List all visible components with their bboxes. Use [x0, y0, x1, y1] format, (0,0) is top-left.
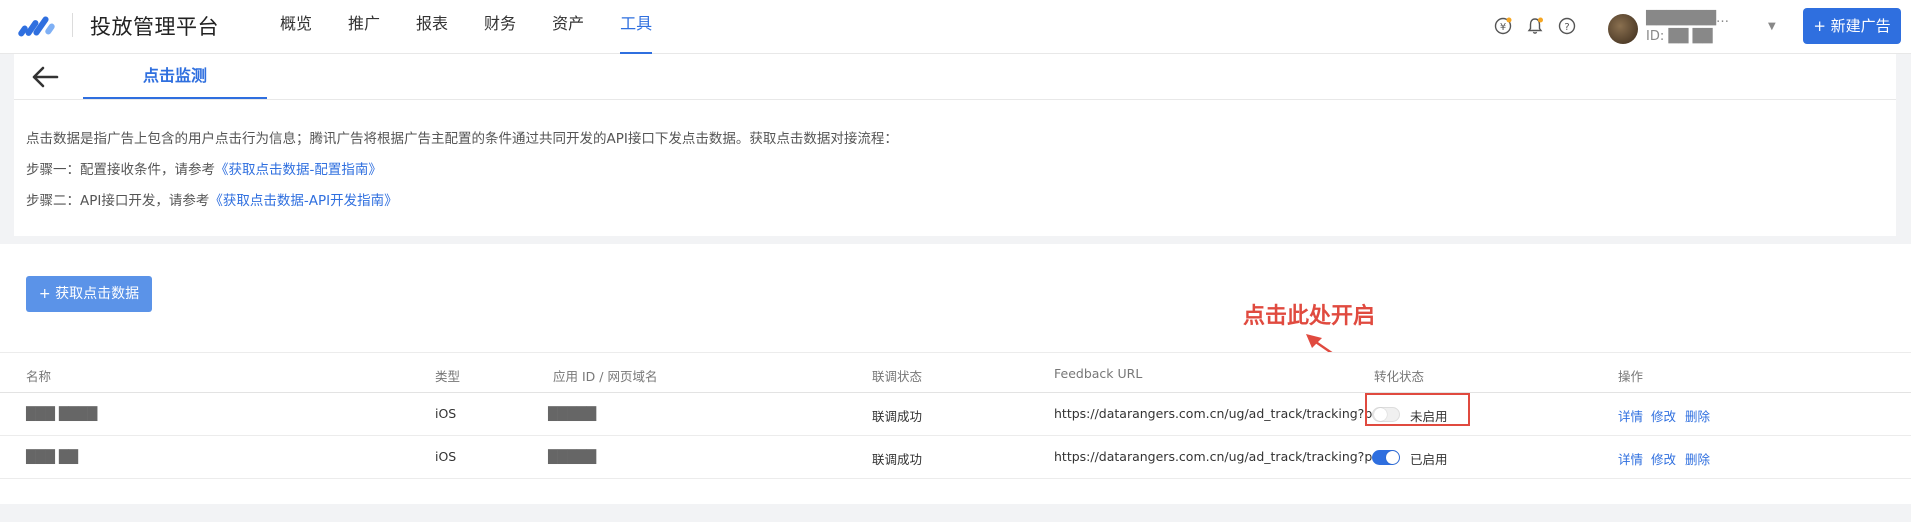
row-name: ███ ██: [26, 449, 79, 464]
table-row: ███ ██ iOS █████ 联调成功 https://dataranger…: [0, 436, 1911, 479]
col-debug-status: 联调状态: [872, 369, 923, 384]
col-app-id: 应用 ID / 网页域名: [553, 369, 658, 384]
row-feedback-url: https://datarangers.com.cn/ug/ad_track/t…: [1054, 449, 1385, 464]
top-bar: 投放管理平台 概览 推广 报表 财务 资产 工具 ¥ ? ███████… ID…: [0, 0, 1911, 54]
annotation-highlight-box: [1365, 393, 1470, 426]
table-row: ███ ████ iOS █████ 联调成功 https://datarang…: [0, 393, 1911, 436]
new-ad-button[interactable]: + 新建广告: [1803, 8, 1901, 44]
row-type: iOS: [435, 449, 457, 464]
user-name: ███████…: [1646, 11, 1729, 26]
get-click-data-button[interactable]: + 获取点击数据: [26, 276, 152, 312]
description-text: 点击数据是指广告上包含的用户点击行为信息；腾讯广告将根据广告主配置的条件通过共同…: [26, 131, 898, 147]
user-menu[interactable]: ███████… ID: ██ ██ ▼: [1608, 8, 1778, 48]
nav-reports[interactable]: 报表: [416, 0, 448, 54]
svg-text:?: ?: [1564, 22, 1569, 33]
nav-assets[interactable]: 资产: [552, 0, 584, 54]
app-title: 投放管理平台: [90, 15, 219, 39]
nav-tools[interactable]: 工具: [620, 0, 653, 54]
col-feedback-url: Feedback URL: [1054, 366, 1143, 381]
col-conversion-status: 转化状态: [1374, 369, 1425, 384]
user-id: ID: ██ ██: [1646, 29, 1713, 44]
row-debug-status: 联调成功: [872, 452, 923, 467]
step-one-text: 步骤一：配置接收条件，请参考: [26, 162, 215, 178]
avatar: [1608, 14, 1638, 44]
main-nav: 概览 推广 报表 财务 资产 工具: [280, 0, 688, 54]
toggle-knob: [1386, 451, 1399, 464]
tab-click-monitoring[interactable]: 点击监测: [83, 64, 267, 99]
nav-overview[interactable]: 概览: [280, 0, 312, 54]
bell-icon[interactable]: [1525, 16, 1545, 36]
back-arrow-icon[interactable]: [30, 64, 60, 90]
col-type: 类型: [435, 369, 461, 384]
edit-link[interactable]: 修改: [1651, 449, 1676, 468]
logo-icon[interactable]: [18, 13, 56, 39]
detail-link[interactable]: 详情: [1618, 406, 1643, 425]
chevron-down-icon: ▼: [1768, 21, 1776, 32]
step-one: 步骤一：配置接收条件，请参考《获取点击数据-配置指南》: [26, 158, 382, 178]
svg-text:¥: ¥: [1500, 22, 1506, 33]
row-debug-status: 联调成功: [872, 409, 923, 424]
tab-divider: [14, 99, 1896, 100]
coin-icon[interactable]: ¥: [1493, 16, 1513, 36]
step-two-text: 步骤二：API接口开发，请参考: [26, 193, 210, 209]
conversion-label: 已启用: [1410, 452, 1448, 467]
brand-divider: [72, 13, 73, 37]
row-type: iOS: [435, 406, 457, 421]
col-name: 名称: [26, 369, 52, 384]
api-guide-link[interactable]: 《获取点击数据-API开发指南》: [209, 193, 397, 209]
delete-link[interactable]: 删除: [1685, 406, 1710, 425]
nav-promotion[interactable]: 推广: [348, 0, 380, 54]
table-header: 名称 类型 应用 ID / 网页域名 联调状态 Feedback URL 转化状…: [0, 352, 1911, 393]
delete-link[interactable]: 删除: [1685, 449, 1710, 468]
edit-link[interactable]: 修改: [1651, 406, 1676, 425]
row-feedback-url: https://datarangers.com.cn/ug/ad_track/t…: [1054, 406, 1385, 421]
nav-finance[interactable]: 财务: [484, 0, 516, 54]
conversion-toggle[interactable]: [1372, 450, 1400, 465]
row-app-id: █████: [548, 406, 597, 421]
row-name: ███ ████: [26, 406, 98, 421]
detail-link[interactable]: 详情: [1618, 449, 1643, 468]
help-icon[interactable]: ?: [1557, 16, 1577, 36]
config-guide-link[interactable]: 《获取点击数据-配置指南》: [215, 162, 382, 178]
row-app-id: █████: [548, 449, 597, 464]
step-two: 步骤二：API接口开发，请参考《获取点击数据-API开发指南》: [26, 189, 398, 209]
col-actions: 操作: [1618, 369, 1644, 384]
annotation-text: 点击此处开启: [1243, 304, 1376, 329]
